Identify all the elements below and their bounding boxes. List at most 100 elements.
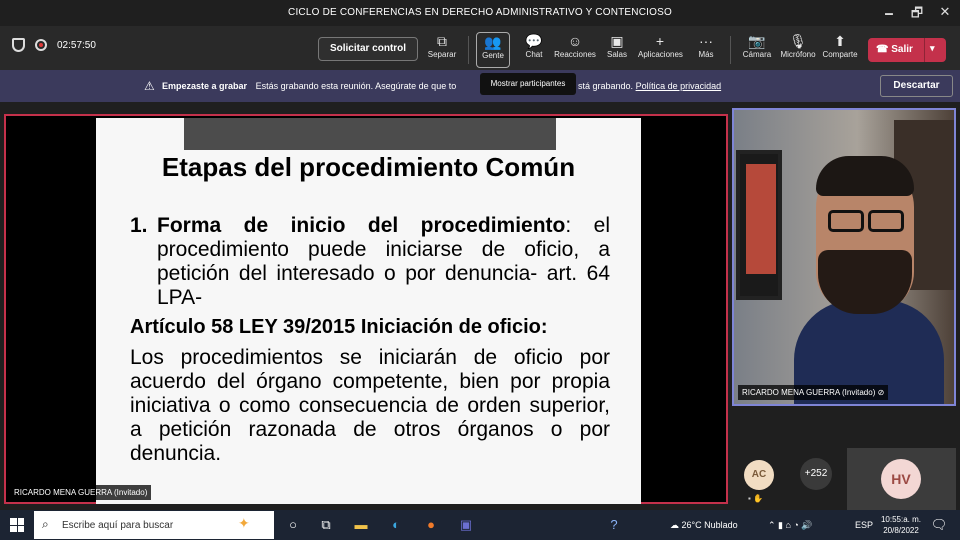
reactions-icon: ☺: [567, 33, 583, 49]
people-button[interactable]: 👥 Gente: [476, 32, 510, 68]
banner-text-tail: stá grabando. Política de privacidad: [578, 81, 721, 91]
list-number: 1.: [130, 214, 148, 237]
search-placeholder: Escribe aquí para buscar: [62, 520, 174, 531]
close-icon[interactable]: ✕: [930, 4, 960, 20]
mic-off-icon: 🎙: [789, 33, 807, 49]
chat-button[interactable]: 💬 Chat: [512, 32, 556, 68]
pop-out-icon: ⧉: [437, 33, 447, 49]
search-highlight-icon: ✦: [238, 515, 250, 531]
file-explorer-icon[interactable]: ▬: [350, 516, 372, 534]
banner-message: Estás grabando esta reunión. Asegúrate d…: [255, 81, 457, 91]
more-icon: ···: [699, 33, 713, 49]
avatar: HV: [881, 459, 921, 499]
camera-off-icon: 📷: [748, 33, 766, 49]
participant-tile[interactable]: HV: [847, 448, 956, 510]
meeting-stage: Etapas del procedimiento Común 1. Forma …: [0, 102, 960, 510]
toolbar-divider: [730, 36, 731, 64]
meeting-toolbar: 02:57:50 Solicitar control ⧉ Separar 👥 G…: [0, 26, 960, 70]
pop-out-label: Separar: [427, 50, 457, 59]
share-button[interactable]: ⬆ Comparte: [818, 32, 862, 68]
taskbar: ⌕ Escribe aquí para buscar ✦ ○ ⧉ ▬ ◐ ● ▣…: [0, 510, 960, 540]
rooms-button[interactable]: ▣ Salas: [595, 32, 639, 68]
leave-label: ☎ Salir: [876, 44, 913, 55]
participants-strip: AC ▪ ✋ +252 HV: [732, 446, 956, 510]
clock-time: 10:55:a. m.: [880, 515, 922, 524]
recording-icon: [35, 39, 47, 51]
cortana-icon[interactable]: ○: [282, 516, 304, 534]
reactions-button[interactable]: ☺ Reacciones: [553, 32, 597, 68]
camera-button[interactable]: 📷 Cámara: [735, 32, 779, 68]
share-label: Comparte: [822, 50, 858, 59]
slide-header-bar: [184, 118, 556, 150]
apps-button[interactable]: + Aplicaciones: [638, 32, 683, 68]
weather-widget[interactable]: ☁ 26°C Nublado: [670, 520, 738, 531]
rooms-icon: ▣: [610, 33, 624, 49]
more-button[interactable]: ··· Más: [684, 32, 728, 68]
list-item-body: Forma de inicio del procedimiento: el pr…: [157, 214, 610, 310]
reactions-label: Reacciones: [554, 50, 596, 59]
person-beard: [818, 250, 912, 314]
rooms-label: Salas: [606, 50, 627, 59]
slide-list-item: 1. Forma de inicio del procedimiento: el…: [130, 214, 610, 310]
leave-divider: [924, 38, 925, 62]
people-icon: 👥: [484, 34, 502, 50]
taskbar-search[interactable]: ⌕ Escribe aquí para buscar ✦: [34, 511, 274, 539]
article-text: Los procedimientos se iniciarán de ofici…: [130, 346, 610, 465]
banner-bold: Empezaste a grabar: [162, 81, 248, 91]
picture-art: [746, 164, 776, 274]
tooltip: Mostrar participantes: [480, 73, 576, 95]
leave-button[interactable]: ☎ Salir ▾: [868, 38, 946, 62]
banner-text: Empezaste a grabar Estás grabando esta r…: [162, 81, 456, 91]
meeting-timer: 02:57:50: [57, 39, 96, 51]
glasses-lens: [828, 210, 864, 232]
notifications-icon[interactable]: 🗨: [928, 516, 950, 534]
warning-icon: ⚠: [144, 79, 155, 93]
chat-icon: 💬: [525, 33, 543, 49]
chevron-down-icon[interactable]: ▾: [930, 43, 935, 54]
edge-icon[interactable]: ◐: [385, 516, 407, 534]
more-label: Más: [698, 50, 714, 59]
clock-date: 20/8/2022: [883, 526, 919, 535]
task-view-icon[interactable]: ⧉: [315, 516, 337, 534]
camera-label: Cámara: [742, 50, 772, 59]
article-heading: Artículo 58 LEY 39/2015 Iniciación de of…: [130, 316, 548, 338]
minimize-icon[interactable]: 🗕: [874, 4, 904, 26]
screen-share[interactable]: Etapas del procedimiento Común 1. Forma …: [4, 114, 728, 504]
apps-label: Aplicaciones: [638, 50, 683, 59]
clock[interactable]: 10:55:a. m. 20/8/2022: [878, 514, 924, 536]
presenter-name-tag: RICARDO MENA GUERRA (Invitado): [10, 485, 152, 500]
privacy-policy-link[interactable]: Política de privacidad: [636, 81, 722, 91]
restore-icon[interactable]: 🗗: [902, 4, 932, 26]
title-bar: CICLO DE CONFERENCIAS EN DERECHO ADMINIS…: [0, 0, 960, 26]
firefox-icon[interactable]: ●: [420, 516, 442, 534]
more-participants-button[interactable]: +252: [800, 458, 832, 490]
avatar[interactable]: AC: [744, 460, 774, 490]
participant-name-tag: RICARDO MENA GUERRA (Invitado) ⊘: [738, 385, 889, 400]
picture-frame: [736, 150, 782, 300]
person-hair: [816, 156, 914, 196]
help-icon[interactable]: ?: [603, 516, 625, 534]
dismiss-button[interactable]: Descartar: [880, 75, 953, 97]
presentation-slide: Etapas del procedimiento Común 1. Forma …: [96, 118, 641, 504]
participant-video[interactable]: RICARDO MENA GUERRA (Invitado) ⊘: [732, 108, 956, 406]
window-title: CICLO DE CONFERENCIAS EN DERECHO ADMINIS…: [288, 7, 672, 18]
pop-out-button[interactable]: ⧉ Separar: [420, 32, 464, 68]
share-icon: ⬆: [834, 33, 846, 49]
leave-text: Salir: [891, 44, 913, 55]
teams-icon[interactable]: ▣: [455, 516, 477, 534]
request-control-button[interactable]: Solicitar control: [318, 37, 418, 61]
toolbar-divider: [468, 36, 469, 64]
people-label: Gente: [482, 51, 504, 60]
slide-title: Etapas del procedimiento Común: [161, 152, 576, 182]
banner-message-tail: stá grabando.: [578, 81, 634, 91]
shield-icon: [12, 38, 25, 52]
participant-name: RICARDO MENA GUERRA (Invitado): [742, 388, 876, 397]
glasses-lens: [868, 210, 904, 232]
microphone-label: Micrófono: [780, 50, 816, 59]
windows-start-icon[interactable]: [10, 518, 24, 532]
apps-icon: +: [655, 33, 665, 49]
microphone-button[interactable]: 🎙 Micrófono: [776, 32, 820, 68]
language-indicator[interactable]: ESP: [855, 520, 873, 530]
system-tray-icons[interactable]: ⌃ ▮ ⌂ ◔ 🔊: [768, 520, 813, 531]
weather-text: 26°C Nublado: [681, 520, 738, 530]
